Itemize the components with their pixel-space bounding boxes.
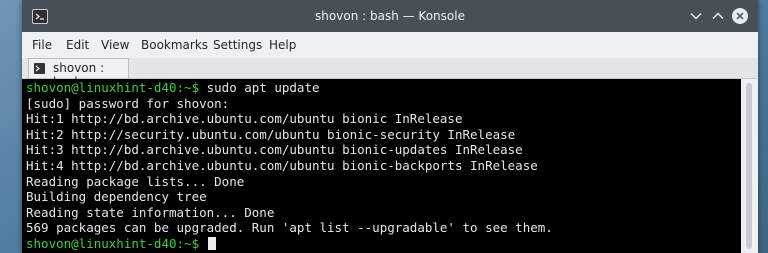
tab-shovon-bash[interactable]: shovon : bash bbox=[28, 58, 129, 89]
chevron-up-icon bbox=[712, 12, 724, 20]
minimize-button[interactable] bbox=[688, 8, 704, 24]
menu-bookmarks[interactable]: Bookmarks bbox=[141, 38, 208, 52]
terminal-tab-icon bbox=[34, 63, 45, 74]
menu-view[interactable]: View bbox=[101, 38, 129, 52]
menu-help[interactable]: Help bbox=[269, 38, 296, 52]
output-line: Building dependency tree bbox=[26, 189, 207, 205]
text-cursor bbox=[207, 236, 216, 250]
menu-edit[interactable]: Edit bbox=[66, 38, 89, 52]
close-button[interactable] bbox=[732, 8, 748, 24]
close-icon bbox=[736, 12, 744, 20]
chevron-down-icon bbox=[690, 12, 702, 20]
output-line: Hit:3 http://bd.archive.ubuntu.com/ubunt… bbox=[26, 142, 523, 158]
menu-settings[interactable]: Settings bbox=[213, 38, 262, 52]
final-prompt: shovon@linuxhint-d40:~$ bbox=[26, 235, 200, 251]
output-line: 569 packages can be upgraded. Run 'apt l… bbox=[26, 220, 553, 236]
window-title: shovon : bash — Konsole bbox=[315, 9, 465, 23]
menu-bar: File Edit View Bookmarks Settings Help bbox=[22, 32, 758, 58]
konsole-window: shovon : bash — Konsole File Edit View B… bbox=[22, 0, 758, 253]
prompt: shovon@linuxhint-d40:~$ bbox=[26, 80, 200, 95]
output-line: Reading package lists... Done bbox=[26, 173, 245, 189]
maximize-button[interactable] bbox=[710, 8, 726, 24]
output-line: Hit:4 http://bd.archive.ubuntu.com/ubunt… bbox=[26, 157, 538, 173]
terminal-output[interactable]: shovon@linuxhint-d40:~$ sudo apt update … bbox=[22, 79, 758, 253]
terminal-text: shovon@linuxhint-d40:~$ sudo apt update … bbox=[26, 80, 553, 252]
terminal-scrollbar[interactable] bbox=[741, 79, 758, 253]
output-line: Reading state information... Done bbox=[26, 204, 275, 220]
tab-bar: shovon : bash bbox=[22, 58, 758, 89]
output-line: Hit:1 http://bd.archive.ubuntu.com/ubunt… bbox=[26, 111, 463, 127]
output-line: Hit:2 http://security.ubuntu.com/ubuntu … bbox=[26, 126, 516, 142]
title-bar[interactable]: shovon : bash — Konsole bbox=[22, 0, 758, 32]
output-line: [sudo] password for shovon: bbox=[26, 95, 230, 111]
menu-file[interactable]: File bbox=[32, 38, 52, 52]
scrollbar-track[interactable] bbox=[746, 83, 752, 249]
command: sudo apt update bbox=[199, 80, 320, 95]
